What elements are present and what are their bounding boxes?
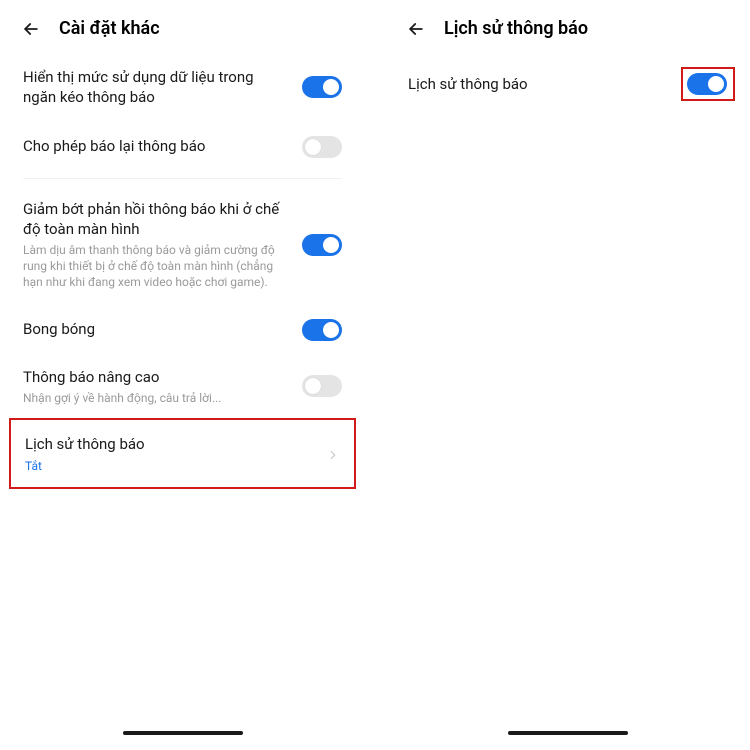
setting-label: Lịch sử thông báo: [408, 74, 669, 94]
setting-bubbles[interactable]: Bong bóng: [5, 305, 360, 355]
setting-label: Thông báo nâng cao: [23, 367, 290, 387]
setting-data-usage[interactable]: Hiển thị mức sử dụng dữ liệu trong ngăn …: [5, 53, 360, 122]
back-button[interactable]: [406, 19, 426, 39]
toggle-enhanced[interactable]: [302, 375, 342, 397]
setting-snooze[interactable]: Cho phép báo lại thông báo: [5, 122, 360, 172]
toggle-bubbles[interactable]: [302, 319, 342, 341]
screen-notification-history: Lịch sử thông báo Lịch sử thông báo: [390, 0, 745, 750]
page-title: Cài đặt khác: [59, 18, 160, 39]
setting-subtext: Nhận gợi ý về hành động, câu trả lời...: [23, 390, 290, 406]
header: Cài đặt khác: [5, 0, 360, 53]
toggle-fullscreen[interactable]: [302, 234, 342, 256]
header: Lịch sử thông báo: [390, 0, 745, 53]
home-indicator[interactable]: [123, 731, 243, 735]
toggle-data-usage[interactable]: [302, 76, 342, 98]
setting-history[interactable]: Lịch sử thông báo Tắt: [9, 418, 356, 489]
setting-label: Giảm bớt phản hồi thông báo khi ở chế độ…: [23, 199, 290, 240]
toggle-snooze[interactable]: [302, 136, 342, 158]
setting-subtext: Làm dịu âm thanh thông báo và giảm cường…: [23, 242, 290, 291]
setting-status: Tắt: [25, 459, 314, 473]
toggle-history[interactable]: [687, 73, 727, 95]
setting-fullscreen[interactable]: Giảm bớt phản hồi thông báo khi ở chế độ…: [5, 185, 360, 305]
setting-history-toggle-row[interactable]: Lịch sử thông báo: [390, 53, 745, 115]
screen-other-settings: Cài đặt khác Hiển thị mức sử dụng dữ liệ…: [5, 0, 360, 750]
setting-label: Lịch sử thông báo: [25, 434, 314, 454]
home-indicator[interactable]: [508, 731, 628, 735]
divider: [23, 178, 342, 179]
page-title: Lịch sử thông báo: [444, 18, 588, 39]
arrow-left-icon: [406, 19, 426, 39]
setting-label: Hiển thị mức sử dụng dữ liệu trong ngăn …: [23, 67, 290, 108]
back-button[interactable]: [21, 19, 41, 39]
chevron-right-icon: [326, 447, 340, 461]
setting-enhanced[interactable]: Thông báo nâng cao Nhận gợi ý về hành độ…: [5, 355, 360, 418]
arrow-left-icon: [21, 19, 41, 39]
setting-label: Bong bóng: [23, 319, 290, 339]
highlight-box: [681, 67, 735, 101]
setting-label: Cho phép báo lại thông báo: [23, 136, 290, 156]
